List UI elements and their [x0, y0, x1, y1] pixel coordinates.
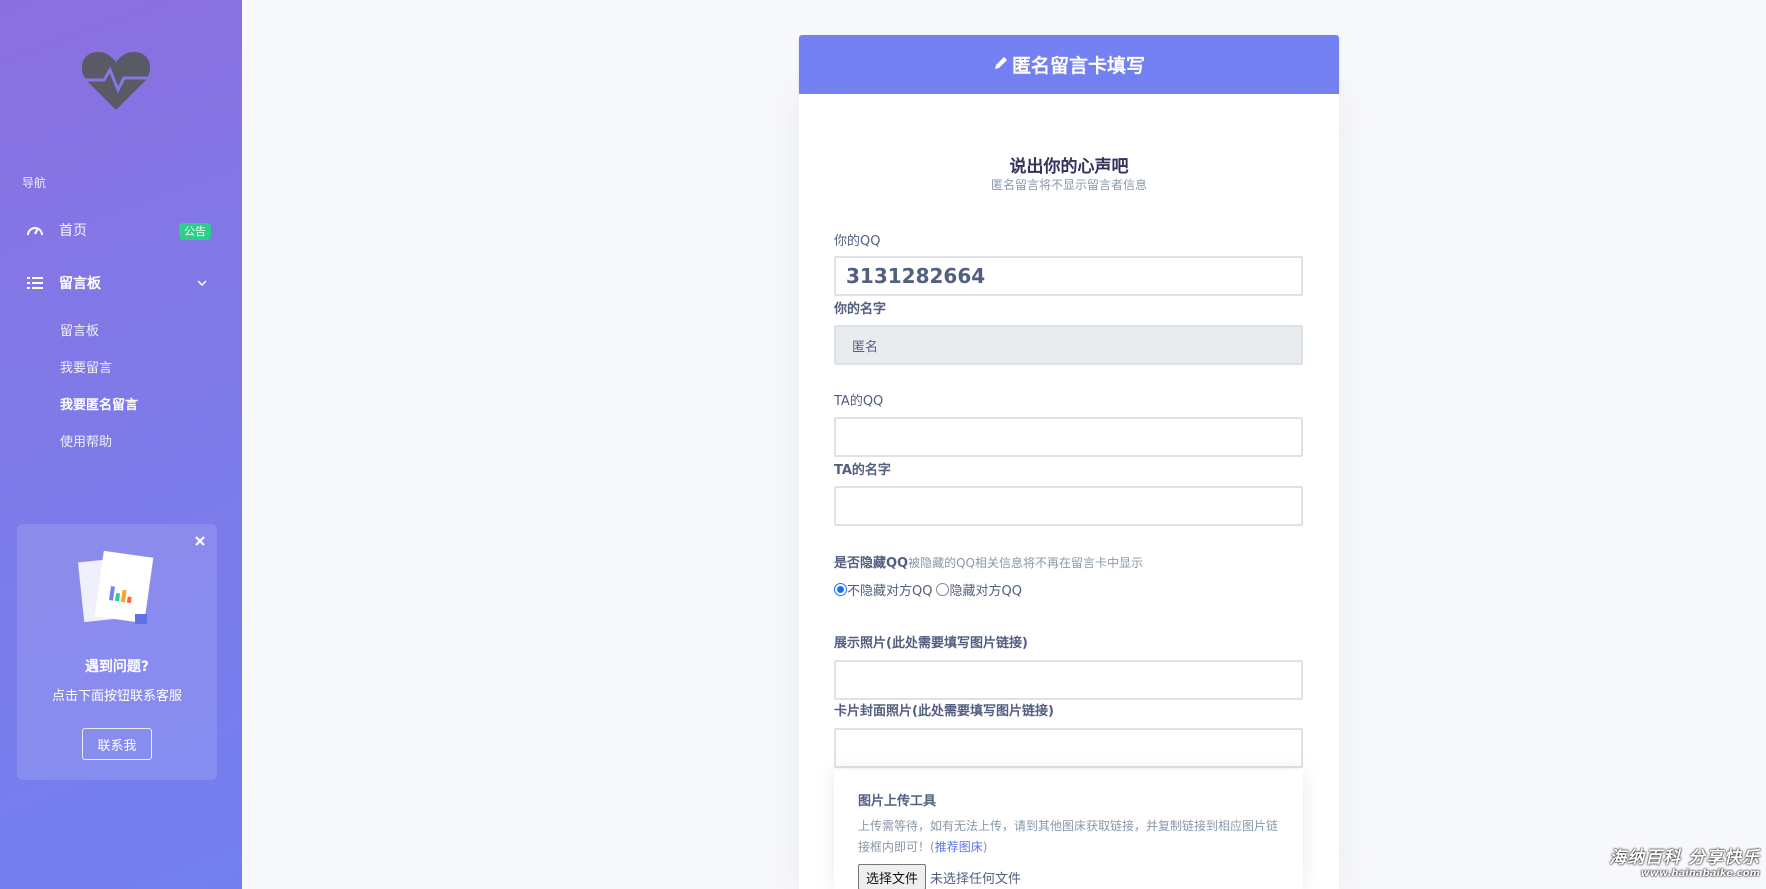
- sidebar-item-label: 留言板: [59, 276, 101, 292]
- ta-qq-label: TA的QQ: [834, 394, 884, 409]
- help-card: 遇到问题? 点击下面按钮联系客服 联系我: [17, 524, 217, 780]
- hide-qq-label-text: 是否隐藏QQ: [834, 556, 909, 571]
- sub-item-message-board[interactable]: 留言板: [60, 320, 99, 339]
- choose-file-button[interactable]: 选择文件: [858, 864, 927, 889]
- document-chart-illustration-icon: [77, 550, 154, 624]
- your-qq-label: 你的QQ: [834, 234, 881, 249]
- card-header: 匿名留言卡填写: [799, 35, 1339, 94]
- upload-desc-text: 上传需等待，如有无法上传，请到其他图床获取链接，并复制链接到相应图片链接框内即可…: [858, 819, 1279, 854]
- list-icon: [27, 277, 43, 289]
- cover-label: 卡片封面照片(此处需要填写图片链接): [834, 704, 1054, 719]
- ta-name-label: TA的名字: [834, 463, 891, 478]
- your-name-input: [834, 325, 1303, 365]
- photo-label: 展示照片(此处需要填写图片链接): [834, 636, 1028, 651]
- file-status: 未选择任何文件: [930, 871, 1022, 887]
- form-subtitle: 匿名留言将不显示留言者信息: [990, 178, 1147, 192]
- nav-heading: 导航: [22, 176, 47, 190]
- sidebar-item-message-board[interactable]: 留言板: [0, 263, 242, 303]
- file-picker: 选择文件 未选择任何文件: [858, 864, 1021, 889]
- hide-qq-hint: 被隐藏的QQ相关信息将不再在留言卡中显示: [908, 556, 1144, 570]
- heart-pulse-icon[interactable]: [80, 48, 152, 112]
- watermark-line-1: 海纳百科 分享快乐: [1609, 848, 1760, 868]
- upload-tool: 图片上传工具 上传需等待，如有无法上传，请到其他图床获取链接，并复制链接到相应图…: [834, 770, 1303, 889]
- upload-desc-end: ): [982, 840, 988, 854]
- gauge-icon: [27, 227, 43, 236]
- sidebar: 导航 首页 公告 留言板 留言板 我要留言 我要匿名留言 使用帮助 遇到问题? …: [0, 0, 242, 889]
- your-name-label: 你的名字: [834, 302, 887, 317]
- radio-hide-qq-label[interactable]: 隐藏对方QQ: [949, 580, 1021, 599]
- contact-button[interactable]: 联系我: [82, 728, 152, 760]
- card-header-title: 匿名留言卡填写: [1011, 55, 1145, 77]
- photo-url-input[interactable]: [834, 660, 1303, 700]
- pencil-icon: [994, 56, 1007, 69]
- sub-item-anonymous-message[interactable]: 我要匿名留言: [60, 394, 138, 413]
- hide-qq-radio-group: 不隐藏对方QQ 隐藏对方QQ: [834, 580, 1022, 599]
- form-title: 说出你的心声吧: [1009, 157, 1129, 177]
- sidebar-item-home[interactable]: 首页 公告: [0, 210, 242, 250]
- ta-qq-input[interactable]: [834, 417, 1303, 457]
- cover-url-input[interactable]: [834, 728, 1303, 768]
- recommended-host-link[interactable]: 推荐图床: [935, 840, 983, 854]
- help-title: 遇到问题?: [84, 659, 150, 675]
- hide-qq-label: 是否隐藏QQ被隐藏的QQ相关信息将不再在留言卡中显示: [834, 552, 1143, 571]
- watermark: 海纳百科 分享快乐 www.hainabaike.com: [1609, 843, 1760, 879]
- sub-item-leave-message[interactable]: 我要留言: [60, 357, 112, 376]
- anonymous-card-form: 说出你的心声吧 匿名留言将不显示留言者信息 你的QQ 你的名字 TA的QQ TA…: [799, 94, 1339, 889]
- radio-hide-qq[interactable]: [936, 583, 950, 596]
- help-subtitle: 点击下面按钮联系客服: [51, 689, 182, 704]
- radio-show-qq-label[interactable]: 不隐藏对方QQ: [847, 580, 932, 599]
- ta-name-input[interactable]: [834, 486, 1303, 526]
- chevron-down-icon: [197, 280, 207, 287]
- notice-badge: 公告: [179, 223, 211, 240]
- watermark-line-2: www.hainabaike.com: [1640, 868, 1760, 879]
- upload-description: 上传需等待，如有无法上传，请到其他图床获取链接，并复制链接到相应图片链接框内即可…: [858, 816, 1288, 858]
- upload-title: 图片上传工具: [858, 794, 937, 809]
- radio-show-qq[interactable]: [834, 583, 847, 596]
- your-qq-input[interactable]: [834, 256, 1303, 296]
- sidebar-item-label: 首页: [59, 223, 87, 239]
- close-icon[interactable]: [193, 534, 207, 548]
- sub-item-help[interactable]: 使用帮助: [60, 431, 112, 450]
